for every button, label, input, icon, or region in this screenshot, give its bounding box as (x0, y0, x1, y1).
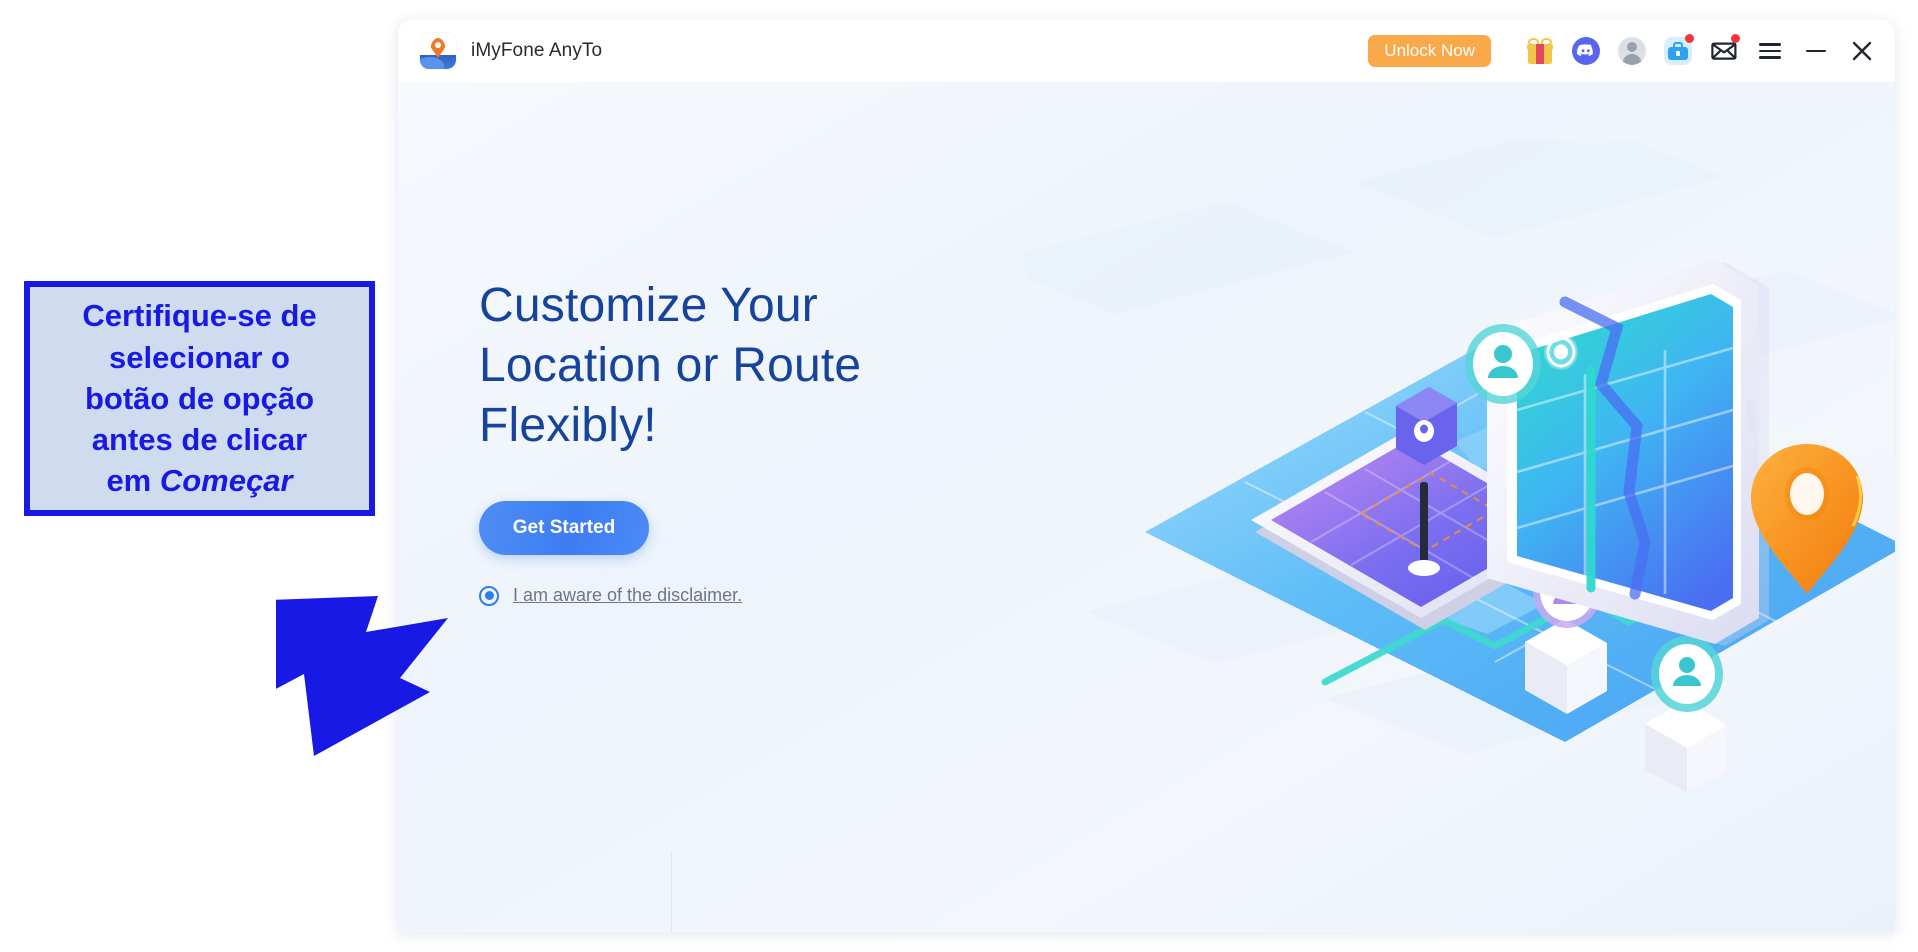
annotation-callout: Certifique-se de selecionar o botão de o… (24, 281, 375, 516)
toolbox-icon[interactable] (1661, 34, 1695, 68)
annotation-line-4: antes de clicar (91, 422, 308, 458)
disclaimer-row: I am aware of the disclaimer. (479, 585, 861, 606)
get-started-button[interactable]: Get Started (479, 501, 649, 555)
isometric-map-illustration (1025, 142, 1895, 792)
envelope-badge-dot (1731, 34, 1740, 43)
annotation-text: Certifique-se de selecionar o botão de o… (82, 295, 316, 501)
envelope-icon[interactable] (1707, 34, 1741, 68)
disclaimer-link[interactable]: I am aware of the disclaimer. (513, 585, 742, 606)
app-body: Customize Your Location or Route Flexibl… (398, 82, 1895, 932)
toolbox-badge-dot (1685, 34, 1694, 43)
disclaimer-radio-button[interactable] (479, 585, 499, 606)
annotation-line-3: botão de opção (84, 380, 315, 416)
radio-selected-dot (484, 591, 494, 600)
gift-icon[interactable] (1523, 34, 1557, 68)
minimize-icon[interactable] (1799, 34, 1833, 68)
hamburger-menu-icon[interactable] (1753, 34, 1787, 68)
unlock-now-button[interactable]: Unlock Now (1368, 35, 1491, 67)
annotation-line-1: Certifique-se de (82, 298, 317, 334)
titlebar: iMyFone AnyTo Unlock Now (398, 20, 1895, 82)
bottom-divider (671, 852, 672, 932)
app-window: iMyFone AnyTo Unlock Now Customize Your … (398, 20, 1895, 932)
annotation-line-2: selecionar o (109, 339, 290, 375)
app-title: iMyFone AnyTo (471, 40, 603, 61)
page-title: Customize Your Location or Route Flexibl… (479, 279, 862, 452)
annotation-line-5-prefix: em (106, 463, 160, 499)
user-avatar-icon[interactable] (1615, 34, 1649, 68)
close-icon[interactable] (1845, 34, 1879, 68)
location-pin-logo-icon (420, 33, 456, 69)
annotation-line-5-emphasis: Começar (159, 463, 293, 499)
discord-icon[interactable] (1569, 34, 1603, 68)
hero-text-block: Customize Your Location or Route Flexibl… (479, 276, 861, 606)
